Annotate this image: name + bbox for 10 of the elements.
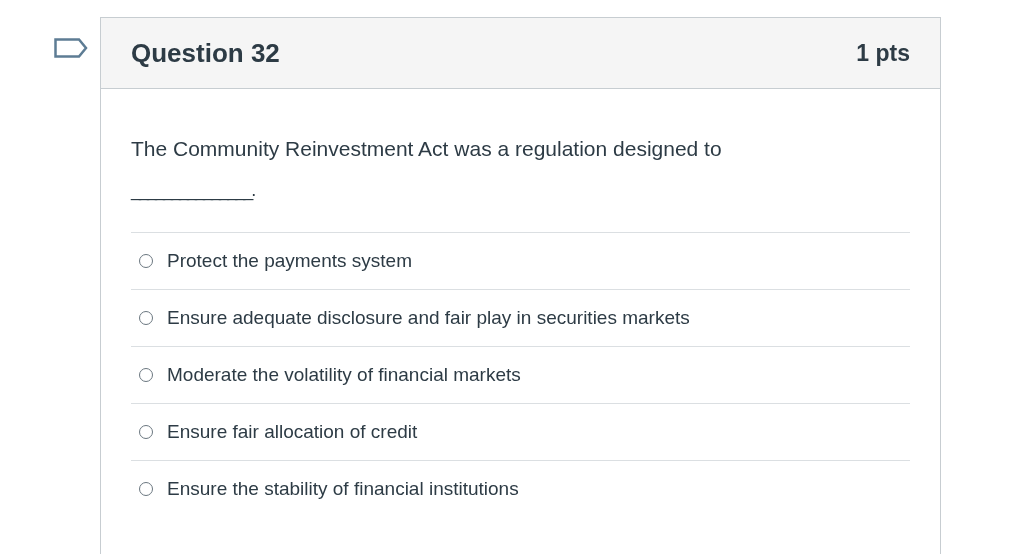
answer-option[interactable]: Protect the payments system xyxy=(167,250,412,272)
question-text: The Community Reinvestment Act was a regulation designed to xyxy=(131,136,723,162)
question-title: Question 32 xyxy=(131,37,280,69)
answer-blank: _______________. xyxy=(131,179,256,203)
answer-option[interactable]: Ensure fair allocation of credit xyxy=(167,421,418,443)
answer-option[interactable]: Ensure adequate disclosure and fair play in securities markets xyxy=(167,307,690,329)
points-label: 1 pts xyxy=(856,39,910,67)
flag-icon[interactable] xyxy=(54,38,88,58)
answer-option[interactable]: Moderate the volatility of financial markets xyxy=(167,364,521,386)
answer-option[interactable]: Ensure the stability of financial institutions xyxy=(167,478,519,500)
